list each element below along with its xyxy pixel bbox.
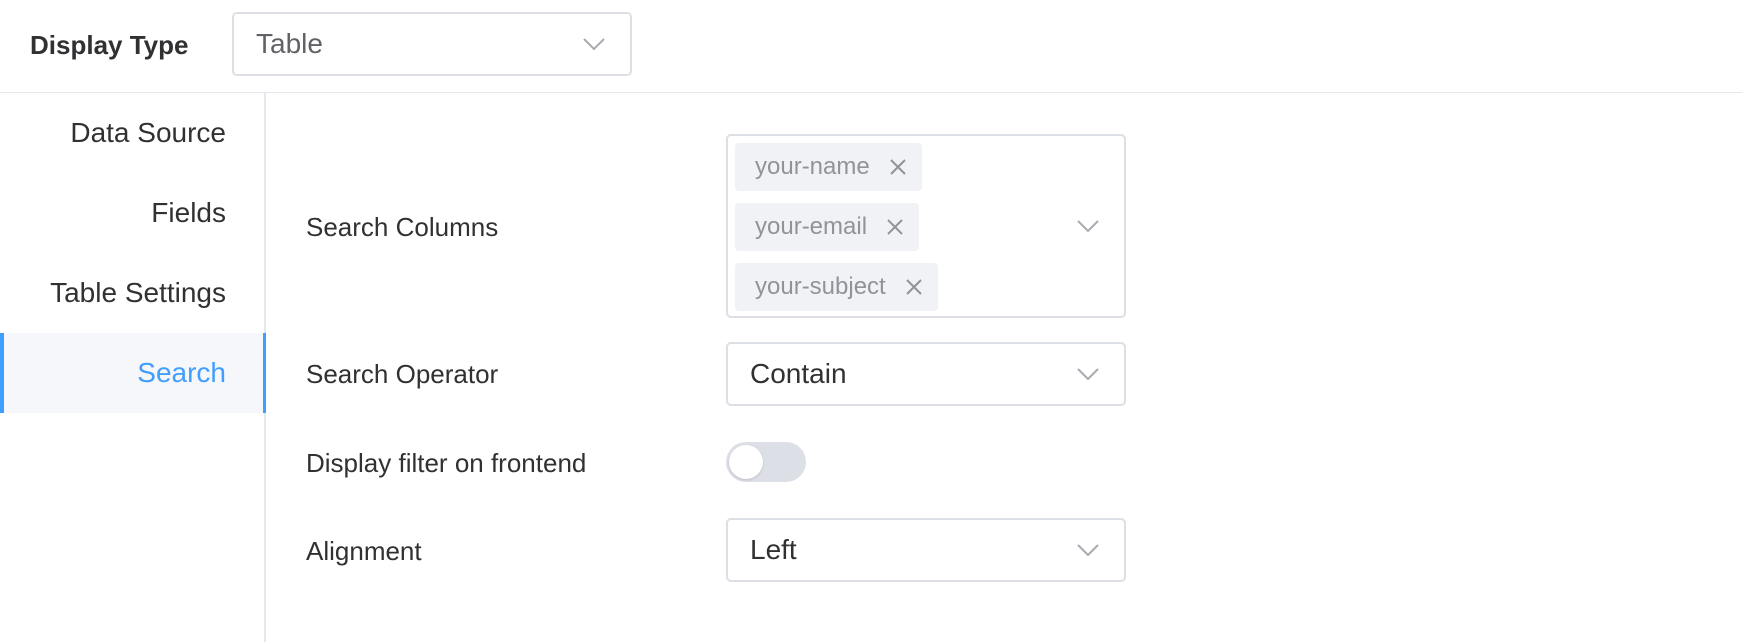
tag-your-subject: your-subject [735, 263, 938, 311]
display-type-label: Display Type [30, 30, 189, 60]
close-icon[interactable] [885, 217, 905, 237]
close-icon[interactable] [888, 157, 908, 177]
chevron-down-icon [1077, 220, 1099, 233]
search-operator-label: Search Operator [306, 359, 499, 389]
tag-your-email: your-email [735, 203, 920, 251]
close-icon[interactable] [904, 277, 924, 297]
sidebar-item-search[interactable]: Search [0, 333, 266, 413]
search-operator-value: Contain [750, 358, 847, 389]
display-type-header: Display Type Table [0, 0, 1742, 93]
chevron-down-icon [1077, 544, 1099, 557]
alignment-value: Left [750, 534, 797, 565]
chevron-down-icon [583, 38, 605, 51]
settings-sidebar: Data Source Fields Table Settings Search [0, 93, 266, 642]
alignment-select[interactable]: Left [726, 518, 1126, 582]
sidebar-item-data-source[interactable]: Data Source [0, 93, 266, 173]
sidebar-item-fields[interactable]: Fields [0, 173, 266, 253]
tag-label: your-name [755, 153, 870, 180]
search-columns-label: Search Columns [306, 212, 499, 242]
search-operator-select[interactable]: Contain [726, 342, 1126, 406]
tag-label: your-email [755, 213, 868, 240]
alignment-label: Alignment [306, 536, 422, 566]
toggle-knob [729, 445, 763, 479]
search-columns-select[interactable]: your-name your-email your-subject [726, 134, 1126, 318]
display-type-select[interactable]: Table [232, 12, 632, 76]
display-filter-label: Display filter on frontend [306, 448, 587, 478]
tag-label: your-subject [755, 273, 886, 300]
chevron-down-icon [1077, 368, 1099, 381]
sidebar-item-table-settings[interactable]: Table Settings [0, 253, 266, 333]
display-filter-toggle[interactable] [726, 442, 806, 482]
display-type-value: Table [256, 28, 323, 59]
tag-your-name: your-name [735, 143, 922, 191]
